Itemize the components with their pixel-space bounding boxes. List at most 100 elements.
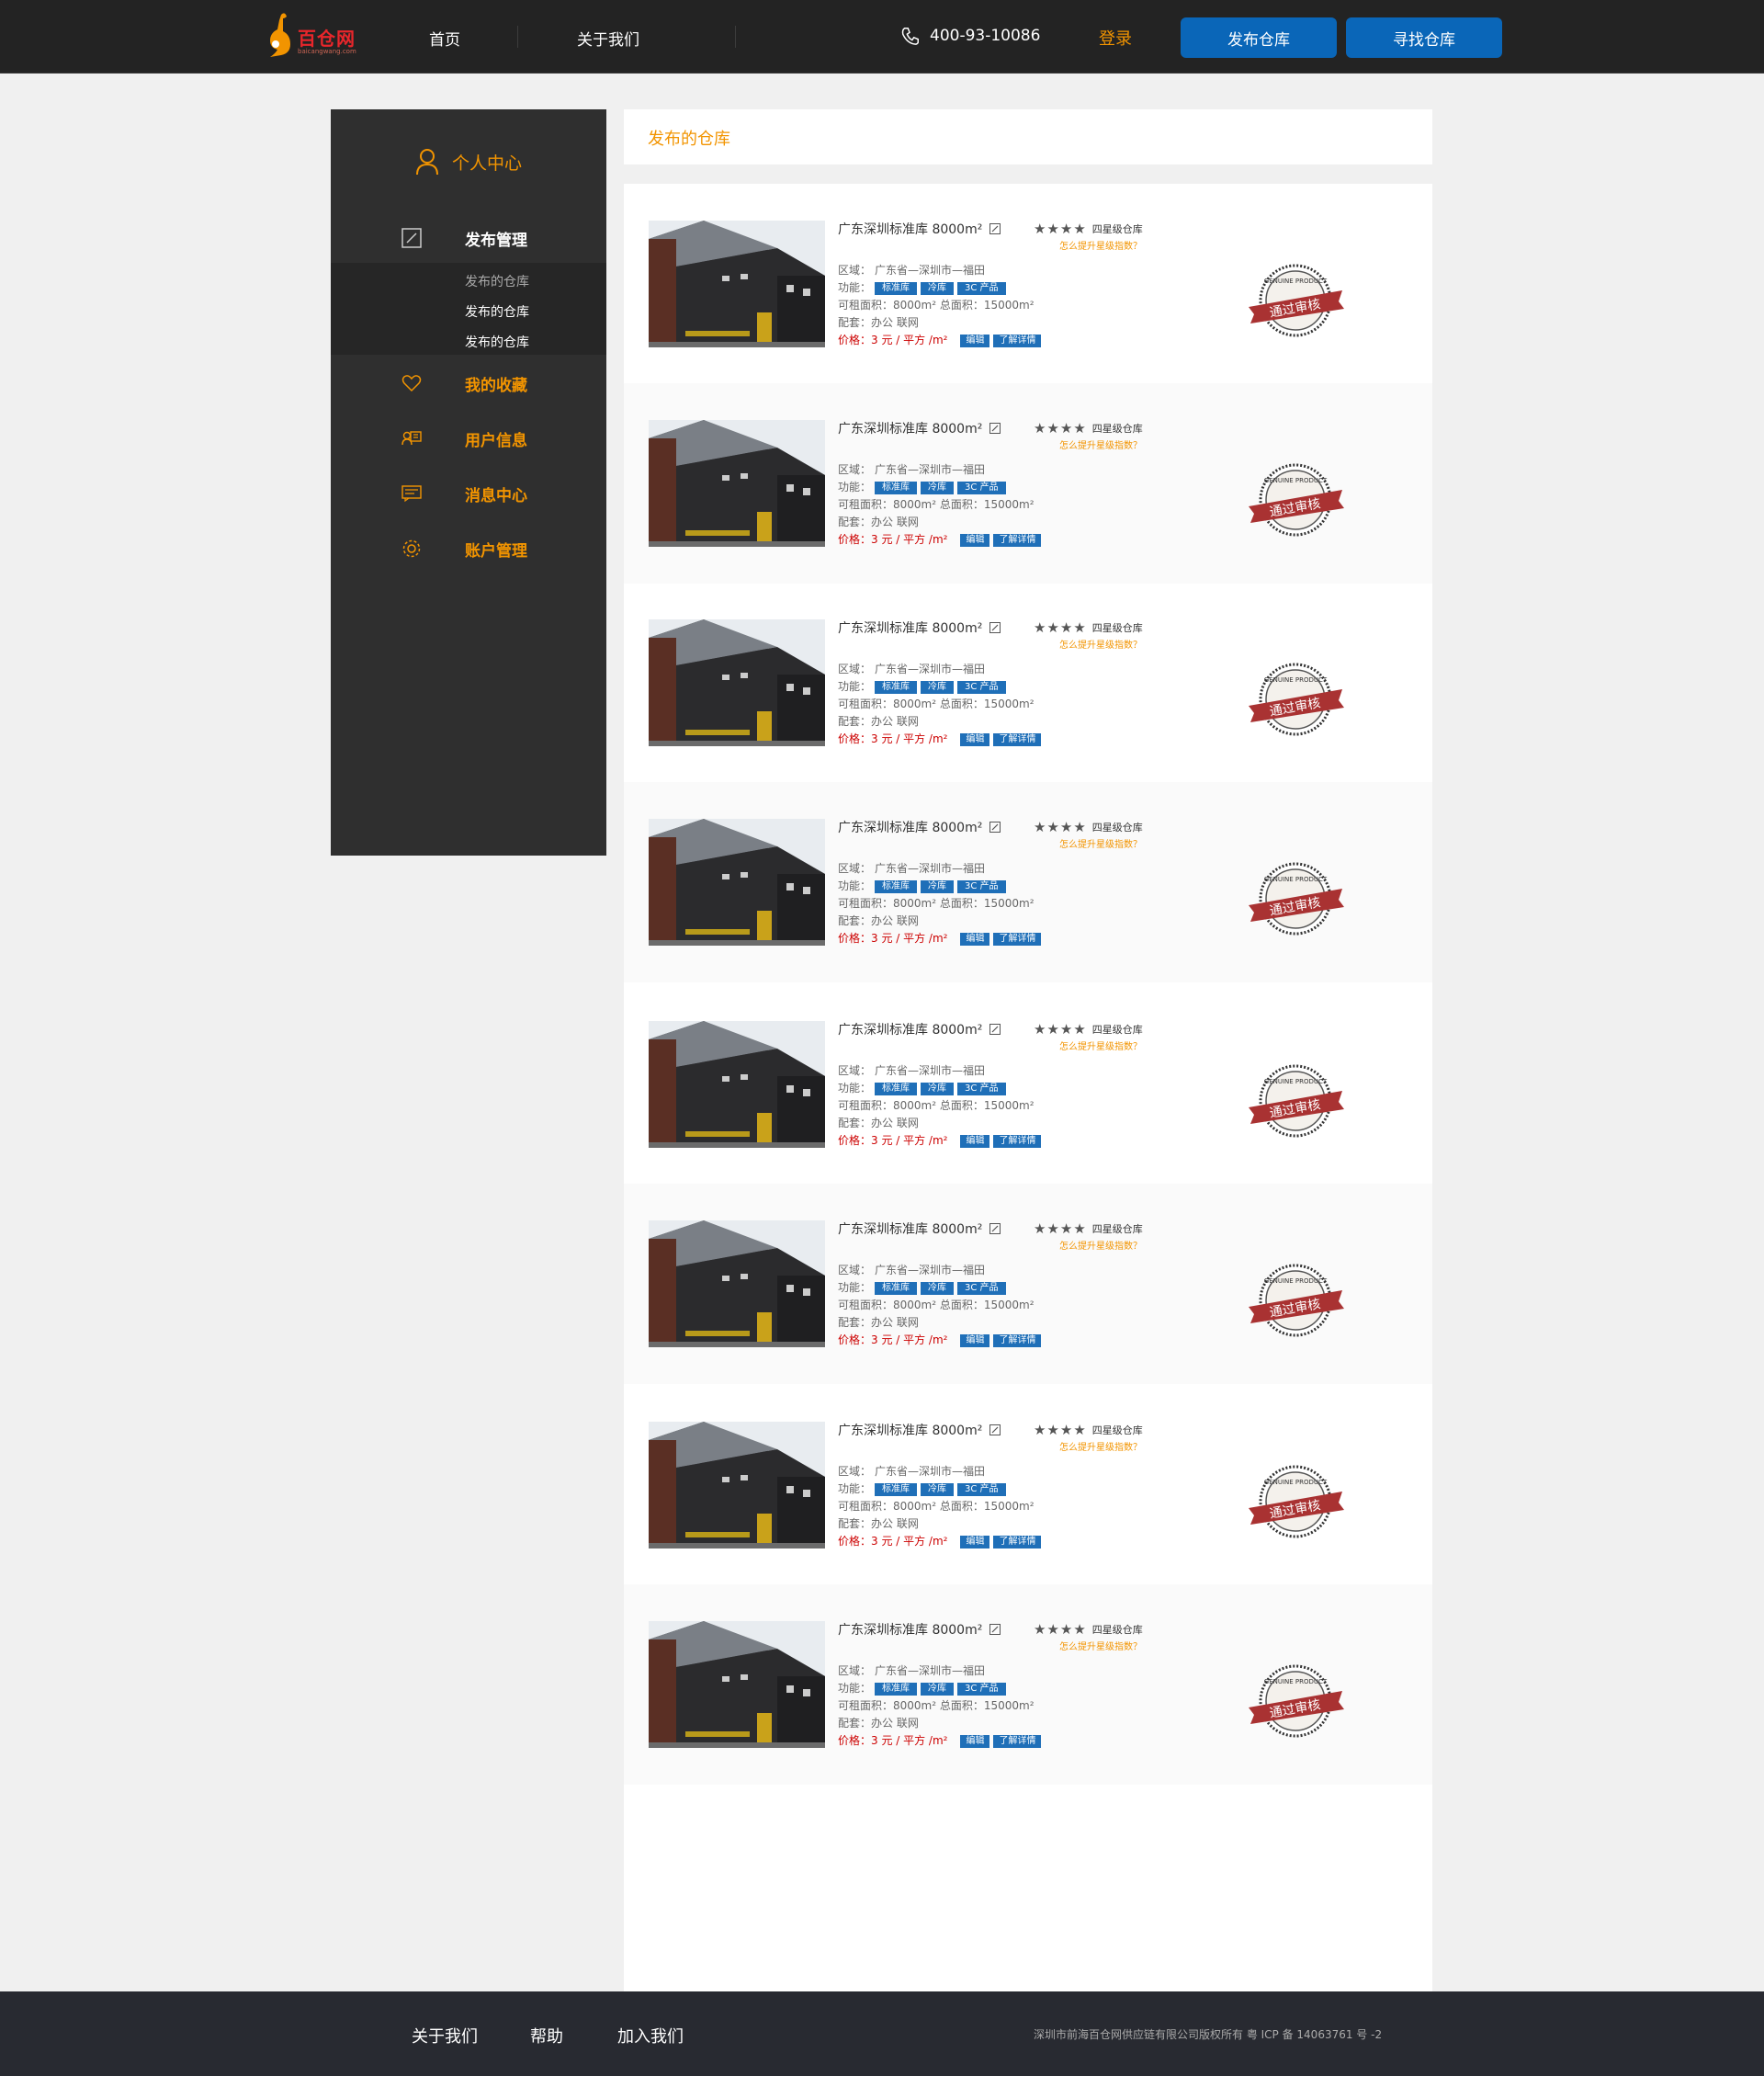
rating-hint-link[interactable]: 怎么提升星级指数？ (1034, 1439, 1162, 1453)
details-button[interactable]: 了解详情 (993, 1333, 1042, 1347)
warehouse-photo[interactable] (649, 221, 825, 347)
details-button[interactable]: 了解详情 (993, 1734, 1042, 1748)
area-line: 区域： 广东省—深圳市—福田 (838, 461, 1169, 479)
price-text: 价格：3 元 / 平方 /m² (838, 732, 948, 745)
edit-icon[interactable] (989, 223, 1001, 234)
details-button[interactable]: 了解详情 (993, 533, 1042, 547)
warehouse-title-text: 广东深圳标准库 8000m² (838, 821, 983, 835)
area-label: 区域： (838, 264, 872, 277)
function-tag: 3C 产品 (957, 1682, 1006, 1696)
area-label: 区域： (838, 1064, 872, 1077)
phone-icon (901, 28, 919, 45)
price-line: 价格：3 元 / 平方 /m² 编辑 了解详情 (838, 531, 1169, 549)
price-text: 价格：3 元 / 平方 /m² (838, 1333, 948, 1346)
publish-warehouse-button[interactable]: 发布仓库 (1181, 17, 1337, 58)
area-label: 区域： (838, 1264, 872, 1276)
warehouse-photo[interactable] (649, 1621, 825, 1748)
price-line: 价格：3 元 / 平方 /m² 编辑 了解详情 (838, 930, 1169, 947)
warehouse-photo[interactable] (649, 619, 825, 746)
details-button[interactable]: 了解详情 (993, 1134, 1042, 1148)
price-text: 价格：3 元 / 平方 /m² (838, 1734, 948, 1747)
submenu-item-published[interactable]: 发布的仓库 (465, 272, 529, 290)
rating-label: 四星级仓库 (1091, 622, 1143, 634)
function-tag: 标准库 (875, 1482, 918, 1496)
rating-hint-link[interactable]: 怎么提升星级指数？ (1034, 238, 1162, 252)
sidebar-item-favorites[interactable]: 我的收藏 (331, 365, 606, 402)
rating-hint-link[interactable]: 怎么提升星级指数？ (1034, 836, 1162, 850)
area-value: 广东省—深圳市—福田 (875, 1465, 986, 1478)
edit-button[interactable]: 编辑 (960, 1734, 990, 1748)
edit-button[interactable]: 编辑 (960, 533, 990, 547)
site-footer: 关于我们 帮助 加入我们 深圳市前海百仓网供应链有限公司版权所有 粤 ICP 备… (0, 1991, 1764, 2076)
rating-hint-link[interactable]: 怎么提升星级指数？ (1034, 1639, 1162, 1652)
size-line: 可租面积：8000m² 总面积：15000m² (838, 698, 1035, 710)
warehouse-photo[interactable] (649, 420, 825, 547)
price-text: 价格：3 元 / 平方 /m² (838, 1535, 948, 1548)
site-logo[interactable]: 百仓网 baicangwang.com (265, 11, 360, 61)
area-value: 广东省—深圳市—福田 (875, 1264, 986, 1276)
login-link[interactable]: 登录 (1099, 26, 1132, 50)
warehouse-photo[interactable] (649, 819, 825, 946)
edit-icon[interactable] (989, 1624, 1001, 1635)
warehouse-photo[interactable] (649, 1220, 825, 1347)
size-line: 可租面积：8000m² 总面积：15000m² (838, 498, 1035, 511)
rating-hint-link[interactable]: 怎么提升星级指数？ (1034, 1238, 1162, 1252)
size-line: 可租面积：8000m² 总面积：15000m² (838, 1299, 1035, 1311)
submenu-item-published[interactable]: 发布的仓库 (465, 333, 529, 351)
details-button[interactable]: 了解详情 (993, 732, 1042, 746)
details-button[interactable]: 了解详情 (993, 932, 1042, 946)
warehouse-photo[interactable] (649, 1021, 825, 1148)
warehouse-title-text: 广东深圳标准库 8000m² (838, 1222, 983, 1237)
warehouse-card: 广东深圳标准库 8000m² 区域： 广东省—深圳市—福田 功能： 标准库 冷库 3C 产品… (624, 984, 1432, 1185)
function-label: 功能： (838, 1482, 872, 1495)
sidebar-item-user-info[interactable]: 用户信息 (331, 420, 606, 457)
edit-button[interactable]: 编辑 (960, 334, 990, 347)
rating-block: ★★★★ 四星级仓库 怎么提升星级指数？ (1034, 1422, 1162, 1453)
edit-button[interactable]: 编辑 (960, 1535, 990, 1548)
rating-block: ★★★★ 四星级仓库 怎么提升星级指数？ (1034, 1621, 1162, 1652)
warehouse-card: 广东深圳标准库 8000m² 区域： 广东省—深圳市—福田 功能： 标准库 冷库 3C 产品… (624, 184, 1432, 384)
nav-home[interactable]: 首页 (429, 27, 460, 50)
kangaroo-logo-icon (270, 13, 290, 57)
sidebar-item-label: 发布管理 (465, 231, 527, 250)
edit-icon[interactable] (989, 822, 1001, 833)
facilities-line: 配套：办公 联网 (838, 1316, 919, 1329)
section-title-bar: 发布的仓库 (624, 109, 1432, 164)
function-tag: 标准库 (875, 1281, 918, 1295)
personal-center-label: 个人中心 (452, 153, 523, 174)
edit-icon[interactable] (989, 423, 1001, 434)
edit-button[interactable]: 编辑 (960, 732, 990, 746)
footer-link-join[interactable]: 加入我们 (617, 2024, 684, 2048)
edit-button[interactable]: 编辑 (960, 1134, 990, 1148)
details-button[interactable]: 了解详情 (993, 1535, 1042, 1548)
sidebar-item-publish-management[interactable]: 发布管理 (331, 220, 606, 256)
find-warehouse-button[interactable]: 寻找仓库 (1346, 17, 1502, 58)
warehouse-card: 广东深圳标准库 8000m² 区域： 广东省—深圳市—福田 功能： 标准库 冷库 3C 产品… (624, 1584, 1432, 1785)
edit-icon[interactable] (989, 1223, 1001, 1234)
edit-button[interactable]: 编辑 (960, 1333, 990, 1347)
edit-icon[interactable] (989, 1424, 1001, 1435)
area-value: 广东省—深圳市—福田 (875, 862, 986, 875)
edit-icon[interactable] (989, 622, 1001, 633)
warehouse-photo[interactable] (649, 1422, 825, 1548)
approved-stamp-icon: GENUINE PRODUCT 通过审核 (1245, 259, 1346, 342)
copyright-text: 深圳市前海百仓网供应链有限公司版权所有 粤 ICP 备 14063761 号 -… (1034, 2028, 1383, 2041)
footer-link-help[interactable]: 帮助 (530, 2024, 563, 2048)
edit-icon[interactable] (989, 1024, 1001, 1035)
rating-hint-link[interactable]: 怎么提升星级指数？ (1034, 637, 1162, 651)
function-tag: 标准库 (875, 879, 918, 893)
rating-hint-link[interactable]: 怎么提升星级指数？ (1034, 1038, 1162, 1052)
rating-hint-link[interactable]: 怎么提升星级指数？ (1034, 437, 1162, 451)
edit-button[interactable]: 编辑 (960, 932, 990, 946)
approved-stamp-icon: GENUINE PRODUCT 通过审核 (1245, 1460, 1346, 1543)
footer-link-about[interactable]: 关于我们 (412, 2024, 478, 2048)
details-button[interactable]: 了解详情 (993, 334, 1042, 347)
gear-icon (401, 538, 423, 560)
star-rating: ★★★★ 四星级仓库 (1034, 1422, 1162, 1438)
sidebar-item-messages[interactable]: 消息中心 (331, 475, 606, 512)
nav-about[interactable]: 关于我们 (577, 27, 639, 50)
facilities-line: 配套：办公 联网 (838, 1717, 919, 1730)
rating-block: ★★★★ 四星级仓库 怎么提升星级指数？ (1034, 1021, 1162, 1052)
sidebar-item-account[interactable]: 账户管理 (331, 530, 606, 567)
submenu-item-published[interactable]: 发布的仓库 (465, 302, 529, 321)
